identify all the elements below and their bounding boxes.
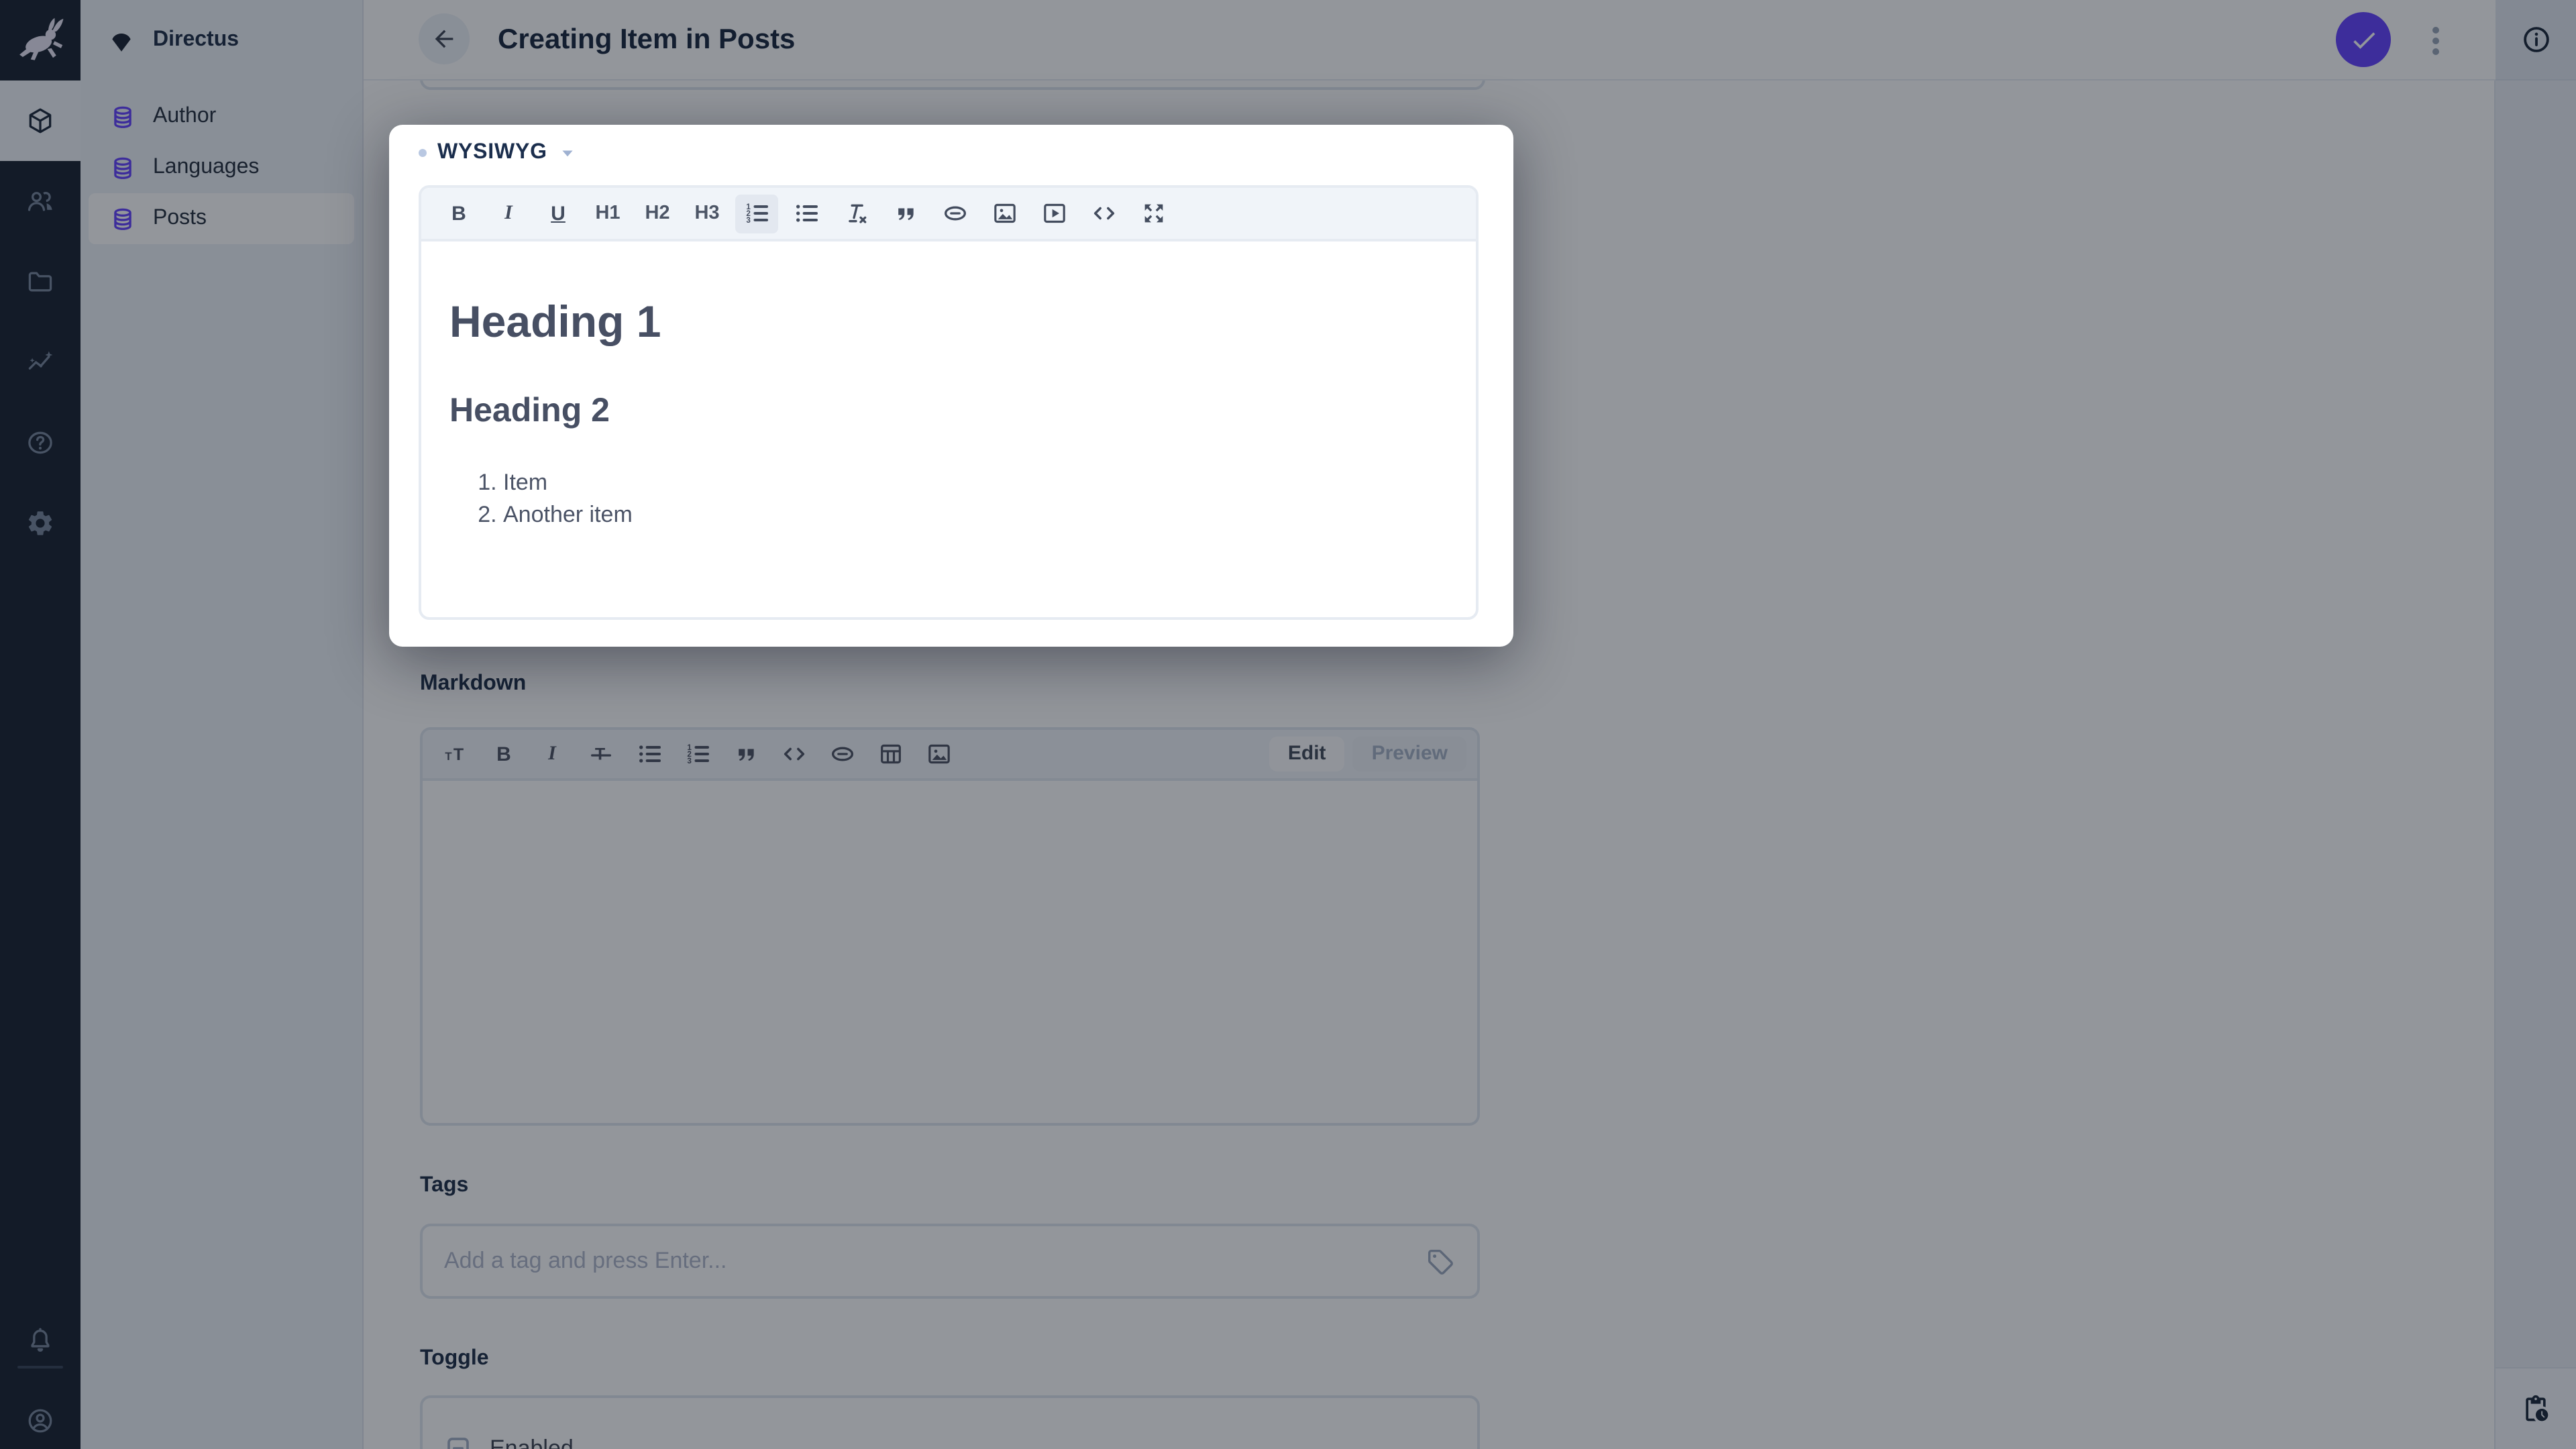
heading-3-glyph: H3: [694, 203, 720, 224]
image-icon: [991, 200, 1018, 227]
wysiwyg-ordered-list-button[interactable]: 123: [735, 194, 778, 233]
wysiwyg-bullet-list-button[interactable]: [785, 194, 828, 233]
underline-glyph: U: [551, 202, 566, 225]
directus-app: Directus Author Languages Posts Creating I…: [0, 0, 2576, 1449]
chevron-down-icon: [558, 144, 577, 162]
wysiwyg-field-card: WYSIWYG B I U H1 H2 H3 1 2 3 Heading 1 Heading 2…: [389, 125, 1513, 647]
wysiwyg-code-button[interactable]: [1083, 194, 1126, 233]
bullet-list-icon: [793, 200, 820, 227]
edited-dot-icon: [419, 149, 427, 157]
wysiwyg-italic-button[interactable]: I: [487, 194, 530, 233]
wysiwyg-editor: B I U H1 H2 H3 123 Heading 1 Heading 2 ItemAno…: [419, 185, 1479, 620]
list-item: Item: [503, 467, 1448, 499]
content-ordered-list: ItemAnother item: [449, 467, 1448, 531]
wysiwyg-toolbar: B I U H1 H2 H3 1 2 3: [421, 188, 1476, 241]
bold-glyph: B: [451, 202, 466, 225]
wysiwyg-image-button[interactable]: [983, 194, 1026, 233]
italic-glyph: I: [504, 202, 513, 223]
ordered-list-icon: 123: [743, 200, 770, 227]
content-heading-1: Heading 1: [449, 297, 661, 346]
wysiwyg-field-label: WYSIWYG: [437, 141, 547, 164]
fullscreen-icon: [1140, 200, 1167, 227]
wysiwyg-label-row[interactable]: WYSIWYG: [419, 141, 577, 165]
wysiwyg-content[interactable]: Heading 1 Heading 2 ItemAnother item: [421, 297, 1476, 617]
wysiwyg-heading-1-button[interactable]: H1: [586, 194, 629, 233]
wysiwyg-blockquote-button[interactable]: [884, 194, 927, 233]
link-icon: [942, 200, 969, 227]
wysiwyg-clear-formatting-button[interactable]: [835, 194, 877, 233]
video-icon: [1041, 200, 1068, 227]
content-heading-2: Heading 2: [449, 392, 610, 429]
list-item: Another item: [503, 499, 1448, 531]
wysiwyg-fullscreen-button[interactable]: [1132, 194, 1175, 233]
heading-1-glyph: H1: [595, 203, 621, 224]
wysiwyg-heading-3-button[interactable]: H3: [686, 194, 729, 233]
clear-formatting-icon: [843, 200, 869, 227]
wysiwyg-heading-2-button[interactable]: H2: [636, 194, 679, 233]
wysiwyg-bold-button[interactable]: B: [437, 194, 480, 233]
heading-2-glyph: H2: [645, 203, 670, 224]
blockquote-icon: [892, 200, 919, 227]
code-icon: [1091, 200, 1118, 227]
wysiwyg-underline-button[interactable]: U: [537, 194, 580, 233]
svg-text:3: 3: [746, 216, 751, 225]
wysiwyg-video-button[interactable]: [1033, 194, 1076, 233]
wysiwyg-link-button[interactable]: [934, 194, 977, 233]
